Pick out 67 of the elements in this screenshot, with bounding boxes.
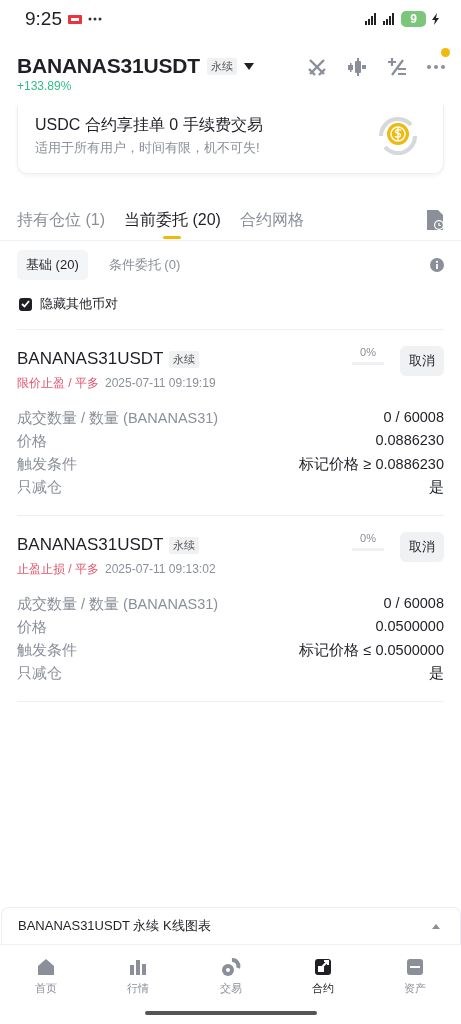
more-icon[interactable] bbox=[427, 65, 445, 69]
detail-value: 标记价格 ≥ 0.0886230 bbox=[299, 455, 444, 474]
crossed-swords-icon[interactable] bbox=[307, 57, 327, 77]
price-change: +133.89% bbox=[17, 79, 73, 93]
more-icon bbox=[88, 17, 102, 21]
detail-value: 0 / 60008 bbox=[383, 595, 444, 613]
order-type: 限价止盈 / 平多 bbox=[17, 376, 99, 390]
contract-tag: 永续 bbox=[206, 57, 237, 75]
detail-value: 0.0886230 bbox=[375, 432, 444, 450]
tab[interactable]: 持有仓位 (1) bbox=[17, 200, 105, 240]
detail-value: 0.0500000 bbox=[375, 618, 444, 636]
battery-level: 9 bbox=[401, 11, 426, 27]
contract-tag: 永续 bbox=[169, 536, 200, 554]
tab[interactable]: 合约网格 bbox=[239, 200, 304, 240]
order-symbol: BANANAS31USDT bbox=[17, 535, 164, 555]
nav-item[interactable]: 行情 bbox=[127, 981, 150, 996]
coins-icon[interactable] bbox=[220, 957, 241, 977]
detail-label: 触发条件 bbox=[17, 641, 77, 660]
nav-item[interactable]: 首页 bbox=[35, 981, 58, 996]
info-icon[interactable] bbox=[430, 258, 444, 272]
order-symbol: BANANAS31USDT bbox=[17, 349, 164, 369]
checkbox-label: 隐藏其他币对 bbox=[40, 295, 118, 313]
detail-label: 价格 bbox=[17, 618, 47, 637]
detail-label: 成交数量 / 数量 (BANANAS31) bbox=[17, 595, 219, 614]
order-type: 止盈止损 / 平多 bbox=[17, 562, 99, 576]
filter-chip[interactable]: 基础 (20) bbox=[17, 250, 88, 280]
signal-icon bbox=[383, 13, 396, 25]
checkbox[interactable] bbox=[19, 297, 32, 311]
detail-label: 触发条件 bbox=[17, 455, 77, 474]
charging-icon bbox=[432, 13, 439, 25]
nav-item[interactable]: 合约 bbox=[311, 981, 334, 996]
nav-item[interactable]: 资产 bbox=[403, 981, 426, 996]
cancel-button[interactable]: 取消 bbox=[400, 532, 444, 562]
order-time: 2025-07-11 09:13:02 bbox=[105, 562, 216, 576]
home-icon[interactable] bbox=[36, 957, 57, 977]
expand-icon[interactable] bbox=[432, 923, 440, 929]
nav-item[interactable]: 交易 bbox=[219, 981, 242, 996]
dropdown-icon[interactable] bbox=[243, 62, 254, 70]
detail-label: 只减仓 bbox=[17, 478, 62, 497]
contract-tag: 永续 bbox=[169, 350, 200, 368]
candlestick-icon[interactable] bbox=[347, 57, 367, 77]
chart-panel-bar[interactable]: BANANAS31USDT 永续 K线图表 bbox=[1, 907, 461, 944]
cancel-button[interactable]: 取消 bbox=[400, 346, 444, 376]
wallet-icon[interactable] bbox=[404, 957, 425, 977]
fill-percent: 0% bbox=[360, 532, 376, 544]
detail-label: 价格 bbox=[17, 432, 47, 451]
detail-label: 成交数量 / 数量 (BANANAS31) bbox=[17, 409, 219, 428]
detail-value: 标记价格 ≤ 0.0500000 bbox=[299, 641, 444, 660]
document-clock-icon[interactable] bbox=[426, 210, 444, 230]
detail-value: 是 bbox=[429, 664, 444, 683]
promo-subtitle: 适用于所有用户，时间有限，机不可失! bbox=[35, 139, 261, 157]
detail-value: 是 bbox=[429, 478, 444, 497]
detail-value: 0 / 60008 bbox=[383, 409, 444, 427]
status-time: 9:25 bbox=[25, 8, 62, 30]
bar-chart-icon[interactable] bbox=[128, 957, 149, 977]
detail-label: 只减仓 bbox=[17, 664, 62, 683]
filter-chip[interactable]: 条件委托 (0) bbox=[99, 250, 190, 280]
symbol-title: BANANAS31USDT bbox=[17, 54, 200, 78]
contract-icon[interactable] bbox=[312, 957, 333, 977]
plus-minus-icon[interactable] bbox=[387, 57, 407, 77]
fill-percent: 0% bbox=[360, 346, 376, 358]
order-time: 2025-07-11 09:19:19 bbox=[105, 376, 216, 390]
promo-title: USDC 合约享挂单 0 手续费交易 bbox=[35, 115, 264, 135]
chart-bar-label: BANANAS31USDT 永续 K线图表 bbox=[18, 917, 211, 935]
tab[interactable]: 当前委托 (20) bbox=[124, 200, 221, 240]
signal-icon bbox=[365, 13, 378, 25]
notification-icon bbox=[68, 14, 82, 24]
